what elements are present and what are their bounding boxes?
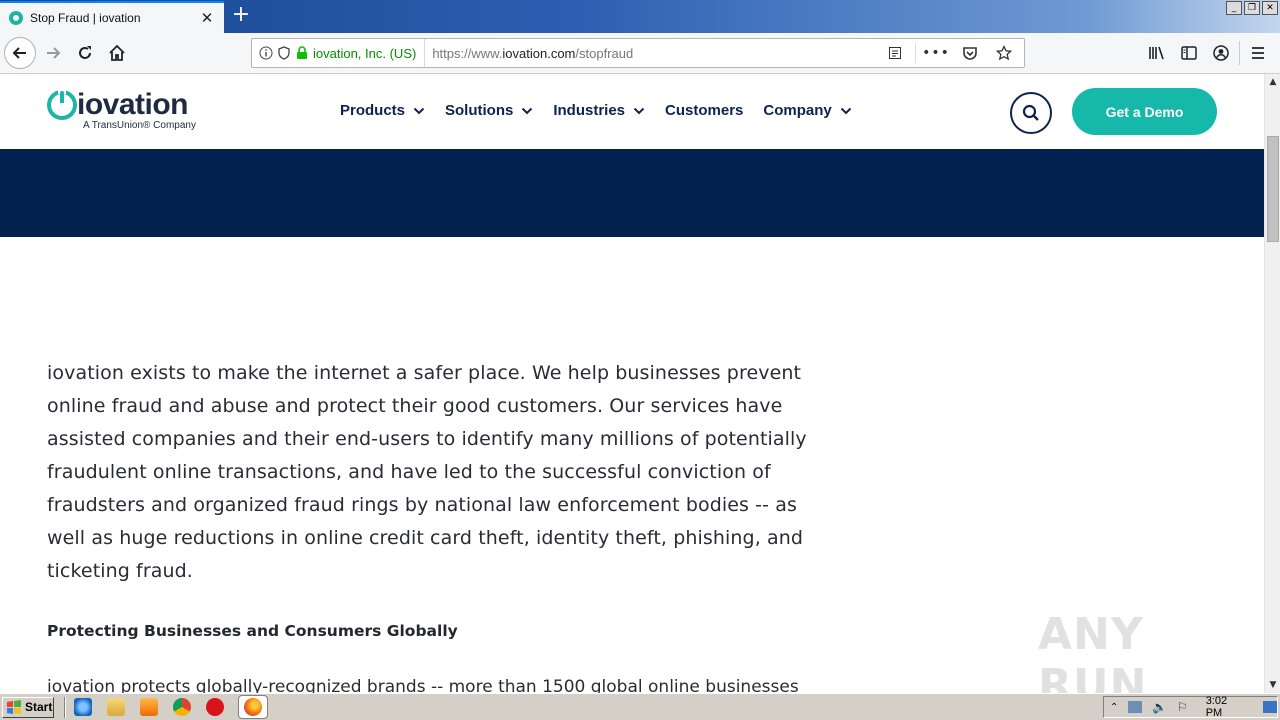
chevron-down-icon (633, 107, 645, 114)
nav-products[interactable]: Products (340, 102, 425, 119)
home-icon (109, 44, 125, 61)
taskbar-clock[interactable]: 3:02 PM (1206, 695, 1246, 719)
action-center-flag-icon[interactable]: ⚐ (1177, 700, 1188, 714)
url-divider (915, 43, 916, 63)
main-navigation: Products Solutions Industries Customers … (340, 102, 852, 119)
toolbar-divider (1239, 41, 1240, 65)
internet-explorer-icon[interactable] (74, 698, 92, 716)
forward-button[interactable] (38, 38, 68, 68)
site-identity[interactable]: iovation, Inc. (US) (252, 39, 426, 67)
menu-hamburger-icon[interactable] (1244, 38, 1272, 68)
show-desktop-icon[interactable] (1263, 701, 1277, 713)
file-explorer-icon[interactable] (107, 698, 125, 716)
network-icon[interactable] (1128, 701, 1142, 713)
iovation-logo[interactable]: iovation A TransUnion® Company (47, 88, 196, 131)
chrome-icon[interactable] (173, 698, 191, 716)
close-window-button[interactable]: ✕ (1262, 1, 1278, 15)
scroll-up-arrow-icon[interactable]: ▲ (1265, 74, 1280, 90)
start-button[interactable]: Start (2, 696, 54, 718)
taskbar-separator (64, 696, 66, 718)
nav-products-label: Products (340, 102, 406, 119)
nav-solutions-label: Solutions (445, 102, 514, 119)
second-paragraph: iovation protects globally-recognized br… (47, 677, 799, 693)
browser-toolbar: iovation, Inc. (US) https://www.iovation… (0, 33, 1280, 74)
reload-icon (79, 46, 91, 59)
nav-industries-label: Industries (553, 102, 626, 119)
opera-icon[interactable] (206, 698, 224, 716)
minimize-button[interactable]: _ (1226, 1, 1242, 15)
site-header: iovation A TransUnion® Company Products … (0, 74, 1264, 149)
site-search-button[interactable] (1010, 92, 1052, 134)
scroll-down-arrow-icon[interactable]: ▼ (1265, 677, 1280, 693)
scrollbar-thumb[interactable] (1267, 136, 1279, 242)
anyrun-watermark: ANY RUN (1038, 609, 1148, 693)
start-label: Start (25, 700, 53, 714)
iovation-power-logo-icon (47, 90, 77, 120)
back-arrow-icon (12, 47, 26, 59)
reload-button[interactable] (70, 38, 100, 68)
quick-launch (74, 695, 268, 719)
media-player-icon[interactable] (140, 698, 158, 716)
nav-industries[interactable]: Industries (553, 102, 645, 119)
tab-title: Stop Fraud | iovation (30, 11, 141, 25)
info-icon[interactable] (259, 46, 273, 60)
pocket-icon[interactable] (956, 38, 984, 68)
system-tray: ⌃ 🔈 ⚐ 3:02 PM (1103, 695, 1278, 719)
page-actions-icon[interactable]: ••• (922, 38, 950, 68)
iovation-favicon-icon (9, 11, 23, 25)
intro-paragraph: iovation exists to make the internet a s… (47, 362, 807, 582)
home-button[interactable] (102, 38, 132, 68)
url-text[interactable]: https://www.iovation.com/stopfraud (432, 46, 881, 61)
chevron-down-icon (413, 107, 425, 114)
hero-banner (0, 149, 1264, 237)
nav-company-label: Company (763, 102, 832, 119)
close-tab-icon[interactable]: ✕ (196, 7, 218, 29)
windows-taskbar: Start ⌃ 🔈 ⚐ 3:02 PM (0, 693, 1280, 720)
library-icon[interactable] (1143, 38, 1171, 68)
volume-icon[interactable]: 🔈 (1152, 700, 1167, 714)
forward-arrow-icon (47, 47, 61, 59)
certificate-org: iovation, Inc. (US) (313, 45, 417, 61)
reader-view-icon[interactable] (881, 38, 909, 68)
browser-tab-strip: Stop Fraud | iovation ✕ + _ ❐ ✕ (0, 0, 1280, 33)
restore-button[interactable]: ❐ (1244, 1, 1260, 15)
firefox-taskbar-button[interactable] (238, 695, 268, 719)
section-heading: Protecting Businesses and Consumers Glob… (47, 622, 458, 640)
nav-customers-label: Customers (665, 102, 744, 119)
chevron-down-icon (840, 107, 851, 114)
windows-logo-icon (7, 700, 21, 714)
page-viewport: iovation A TransUnion® Company Products … (0, 74, 1264, 693)
nav-customers[interactable]: Customers (665, 102, 743, 119)
tracking-shield-icon[interactable] (277, 46, 291, 60)
search-icon (1022, 104, 1039, 121)
logo-wordmark: iovation (77, 88, 189, 121)
lock-icon (297, 46, 307, 59)
nav-company[interactable]: Company (763, 102, 851, 119)
browser-tab[interactable]: Stop Fraud | iovation ✕ (0, 1, 224, 33)
window-controls: _ ❐ ✕ (1226, 1, 1278, 15)
back-button[interactable] (4, 37, 36, 69)
vertical-scrollbar[interactable]: ▲ ▼ (1264, 74, 1280, 693)
chevron-down-icon (522, 107, 533, 114)
logo-tagline: A TransUnion® Company (83, 120, 196, 131)
bookmark-star-icon[interactable] (990, 38, 1018, 68)
address-bar[interactable]: iovation, Inc. (US) https://www.iovation… (251, 38, 1025, 68)
get-a-demo-button[interactable]: Get a Demo (1072, 88, 1217, 135)
nav-solutions[interactable]: Solutions (445, 102, 533, 119)
sidebar-icon[interactable] (1175, 38, 1203, 68)
account-icon[interactable] (1207, 38, 1235, 68)
firefox-icon (244, 698, 262, 716)
new-tab-button[interactable]: + (228, 3, 254, 29)
tray-expand-icon[interactable]: ⌃ (1110, 702, 1118, 713)
